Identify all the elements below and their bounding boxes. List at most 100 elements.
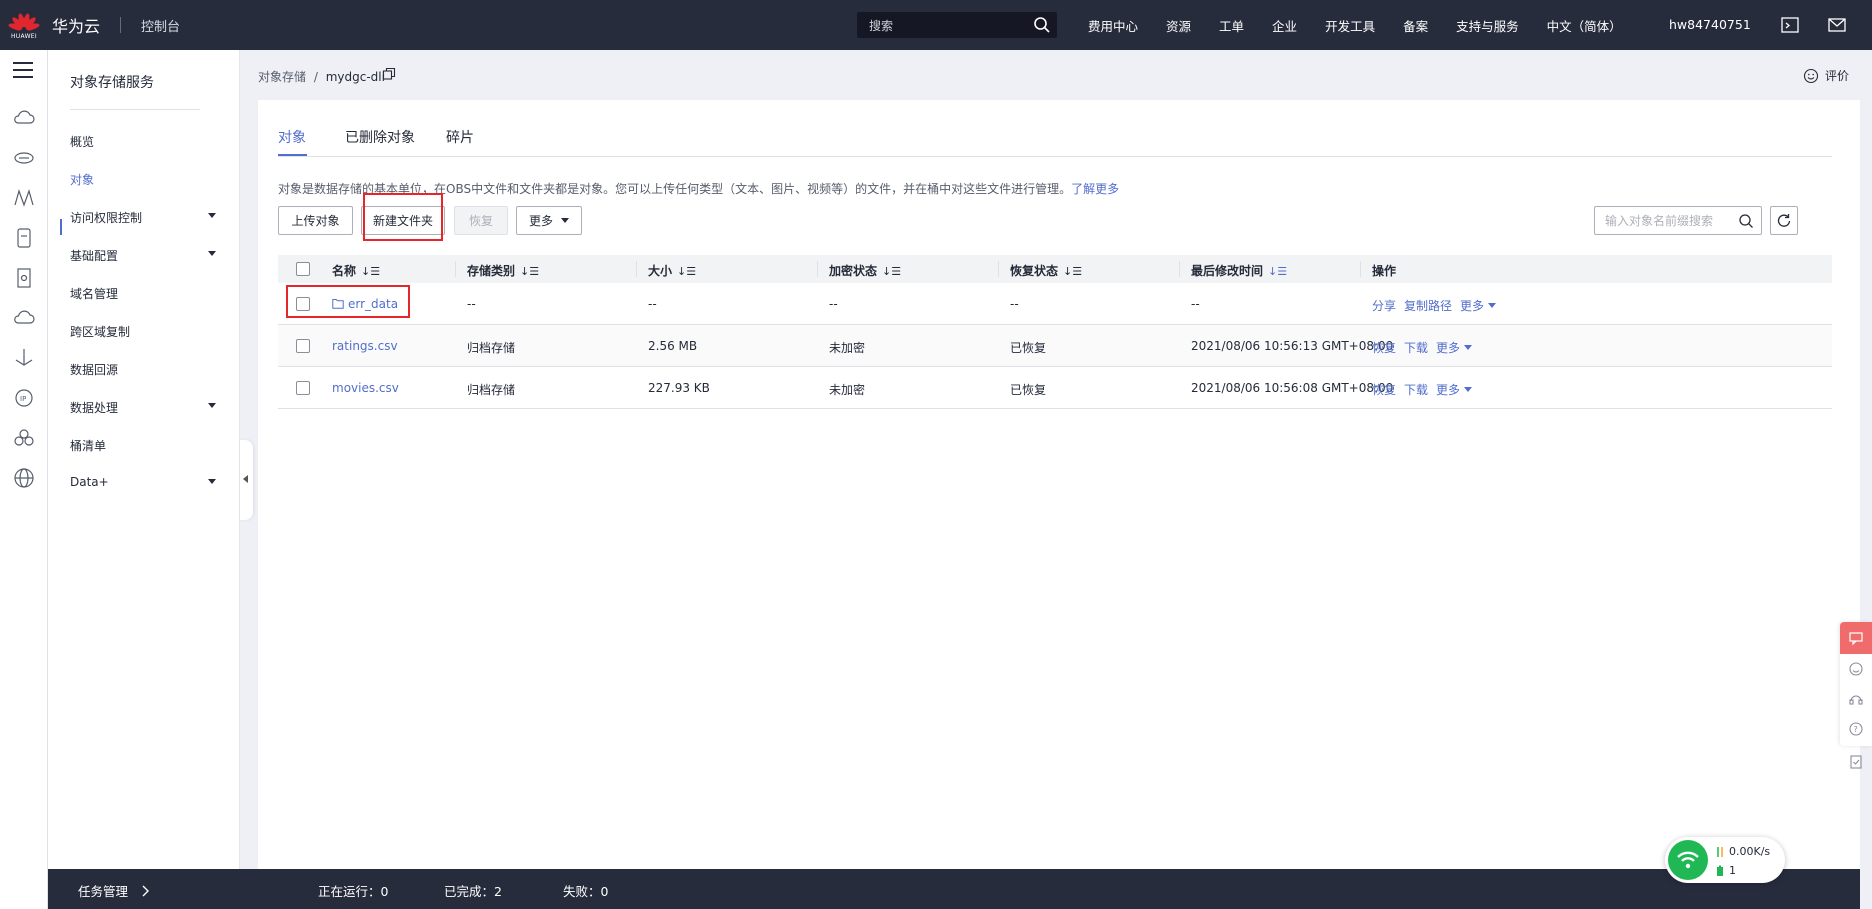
table-row: ratings.csv 归档存储 2.56 MB 未加密 已恢复 2021/08… xyxy=(278,325,1832,367)
object-name-link[interactable]: movies.csv xyxy=(332,381,399,395)
anchor-icon[interactable] xyxy=(12,346,36,370)
language-selector[interactable]: 中文（简体） xyxy=(1547,16,1622,35)
sidebar-item-data-plus[interactable]: Data+ xyxy=(70,475,230,489)
sidebar-item-domains[interactable]: 域名管理 xyxy=(70,285,230,302)
sidebar-item-overview[interactable]: 概览 xyxy=(70,133,230,150)
tab-objects[interactable]: 对象 xyxy=(278,127,306,147)
top-navigation-bar: HUAWEI 华为云 控制台 搜索 费用中心 资源 工单 企业 开发工具 备案 … xyxy=(0,0,1872,50)
network-speed: 0.00K/s xyxy=(1729,845,1771,858)
tab-fragments[interactable]: 碎片 xyxy=(446,127,474,147)
sort-icon[interactable]: ↓☰ xyxy=(520,265,539,278)
ip-icon[interactable]: IP xyxy=(12,386,36,410)
top-link-icp[interactable]: 备案 xyxy=(1403,16,1428,35)
column-header-size[interactable]: 大小 ↓☰ xyxy=(648,262,696,279)
cloud-storage-icon[interactable] xyxy=(12,146,36,170)
database-icon[interactable] xyxy=(12,226,36,250)
object-search-input[interactable]: 输入对象名前缀搜索 xyxy=(1594,206,1762,235)
sort-icon[interactable]: ↓☰ xyxy=(882,265,901,278)
download-link[interactable]: 下载 xyxy=(1404,383,1428,397)
column-header-name[interactable]: 名称 ↓☰ xyxy=(332,262,380,279)
row-operations: 恢复 下载 更多 xyxy=(1372,339,1480,356)
share-link[interactable]: 分享 xyxy=(1372,299,1396,313)
sidebar-item-inventory[interactable]: 桶清单 xyxy=(70,437,230,454)
encryption-cell: 未加密 xyxy=(829,383,866,397)
sort-icon[interactable]: ↓☰ xyxy=(1268,265,1287,278)
search-icon[interactable] xyxy=(1738,213,1754,229)
checklist-icon[interactable] xyxy=(1848,754,1864,770)
cluster-icon[interactable] xyxy=(12,426,36,450)
upload-object-button[interactable]: 上传对象 xyxy=(278,206,353,235)
select-all-checkbox[interactable] xyxy=(296,262,310,276)
sidebar-item-basic-config[interactable]: 基础配置 xyxy=(70,247,230,264)
sidebar-item-back-to-source[interactable]: 数据回源 xyxy=(70,361,230,378)
smiley-icon[interactable] xyxy=(1848,661,1864,677)
globe-icon[interactable] xyxy=(12,466,36,490)
column-divider xyxy=(455,261,456,277)
object-name-link[interactable]: ratings.csv xyxy=(332,339,398,353)
top-link-dev-tools[interactable]: 开发工具 xyxy=(1325,16,1375,35)
user-account[interactable]: hw84740751 xyxy=(1669,17,1751,32)
hamburger-menu-icon[interactable] xyxy=(13,62,33,83)
column-header-encryption[interactable]: 加密状态 ↓☰ xyxy=(829,262,901,279)
sort-icon[interactable]: ↓☰ xyxy=(677,265,696,278)
copy-icon[interactable] xyxy=(382,67,396,81)
size-cell: 227.93 KB xyxy=(648,381,710,395)
mail-icon[interactable] xyxy=(1827,15,1847,35)
breadcrumb-separator: / xyxy=(313,70,318,84)
top-link-resources[interactable]: 资源 xyxy=(1166,16,1191,35)
sidebar-item-data-processing[interactable]: 数据处理 xyxy=(70,399,230,416)
customer-service-icon[interactable] xyxy=(1848,692,1864,708)
sort-icon[interactable]: ↓☰ xyxy=(1063,265,1082,278)
more-actions-button[interactable]: 更多 xyxy=(516,206,582,235)
global-search-input[interactable]: 搜索 xyxy=(857,12,1057,38)
last-modified-cell: 2021/08/06 10:56:13 GMT+08:00 xyxy=(1191,339,1394,353)
sidebar-collapse-toggle[interactable] xyxy=(240,440,253,520)
help-icon[interactable]: ? xyxy=(1848,721,1864,737)
size-cell: 2.56 MB xyxy=(648,339,698,353)
battery-icon xyxy=(1717,865,1723,876)
column-header-restore-status[interactable]: 恢复状态 ↓☰ xyxy=(1010,262,1082,279)
rate-button[interactable]: 评价 xyxy=(1803,67,1849,84)
terminal-icon[interactable] xyxy=(1780,15,1800,35)
network-speed-widget[interactable]: 0.00K/s 1 xyxy=(1665,837,1785,883)
top-link-enterprise[interactable]: 企业 xyxy=(1272,16,1297,35)
cloud-server-icon[interactable] xyxy=(12,106,36,130)
sort-icon[interactable]: ↓☰ xyxy=(361,265,380,278)
more-link[interactable]: 更多 xyxy=(1436,341,1473,355)
restore-link[interactable]: 恢复 xyxy=(1372,383,1396,397)
huawei-logo[interactable]: HUAWEI xyxy=(0,0,48,50)
brand-name[interactable]: 华为云 xyxy=(52,13,100,37)
task-management-bar: 任务管理 正在运行：0 已完成：2 失败：0 xyxy=(48,869,1860,909)
top-link-support[interactable]: 支持与服务 xyxy=(1456,16,1519,35)
learn-more-link[interactable]: 了解更多 xyxy=(1071,182,1119,196)
restore-button[interactable]: 恢复 xyxy=(454,206,508,235)
task-management-toggle[interactable]: 任务管理 xyxy=(78,881,150,900)
objects-panel: 对象 已删除对象 碎片 对象是数据存储的基本单位，在OBS中文件和文件夹都是对象… xyxy=(258,100,1860,869)
sidebar-item-objects[interactable]: 对象 xyxy=(70,171,230,188)
download-link[interactable]: 下载 xyxy=(1404,341,1428,355)
search-icon[interactable] xyxy=(1033,16,1051,34)
column-header-last-modified[interactable]: 最后修改时间 ↓☰ xyxy=(1191,262,1287,279)
top-link-tickets[interactable]: 工单 xyxy=(1219,16,1244,35)
column-header-storage-class[interactable]: 存储类别 ↓☰ xyxy=(467,262,539,279)
copy-path-link[interactable]: 复制路径 xyxy=(1404,299,1452,313)
table-header: 名称 ↓☰ 存储类别 ↓☰ 大小 ↓☰ 加密状态 ↓☰ 恢复状态 ↓☰ 最后修改时间 ↓☰ … xyxy=(278,255,1832,283)
sidebar-item-access-control[interactable]: 访问权限控制 xyxy=(70,209,230,226)
cloud-icon[interactable] xyxy=(12,306,36,330)
more-link[interactable]: 更多 xyxy=(1436,383,1473,397)
service-sidebar: 对象存储服务 概览 对象 访问权限控制 基础配置 域名管理 跨区域复制 数据回源… xyxy=(48,50,240,869)
row-checkbox[interactable] xyxy=(296,381,310,395)
sidebar-item-cross-region-replication[interactable]: 跨区域复制 xyxy=(70,323,230,340)
more-link[interactable]: 更多 xyxy=(1460,299,1497,313)
top-link-billing[interactable]: 费用中心 xyxy=(1088,16,1138,35)
wifi-icon xyxy=(1668,840,1708,880)
tab-deleted-objects[interactable]: 已删除对象 xyxy=(345,127,415,147)
network-icon[interactable] xyxy=(12,186,36,210)
row-checkbox[interactable] xyxy=(296,339,310,353)
breadcrumb-parent[interactable]: 对象存储 xyxy=(258,70,306,84)
refresh-button[interactable] xyxy=(1770,206,1798,235)
feedback-button[interactable] xyxy=(1840,622,1872,654)
restore-link[interactable]: 恢复 xyxy=(1372,341,1396,355)
console-link[interactable]: 控制台 xyxy=(141,16,180,35)
document-icon[interactable] xyxy=(12,266,36,290)
